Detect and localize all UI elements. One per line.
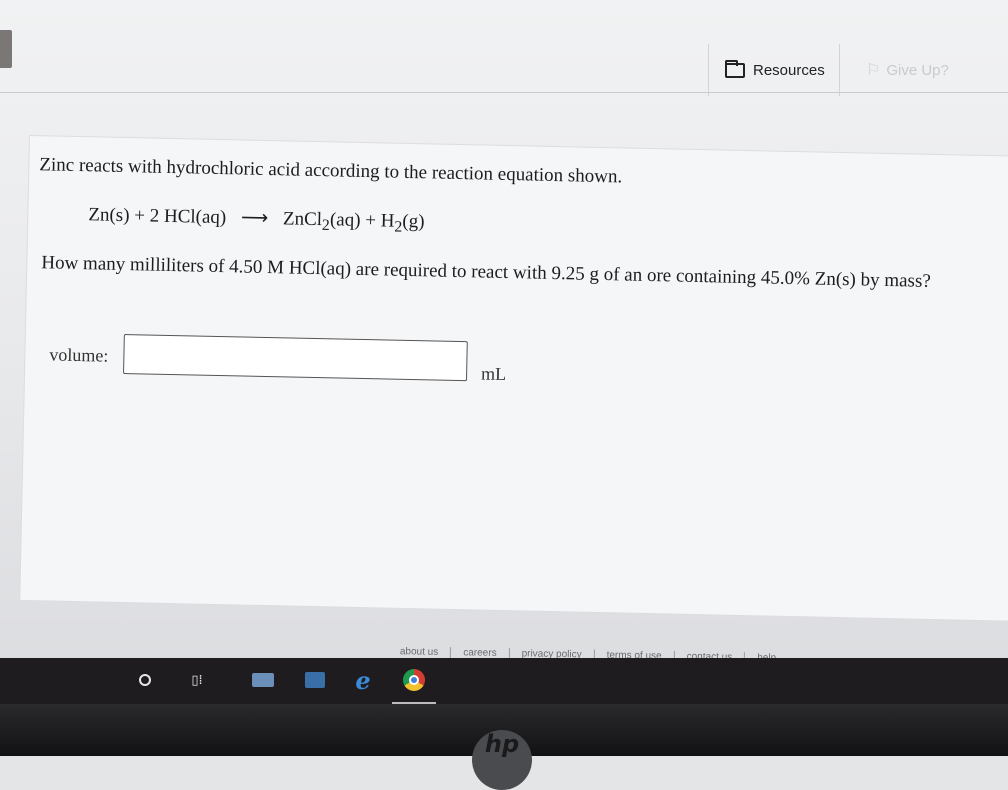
browser-viewport: Resources ⚐ Give Up? Zinc reacts with hy… — [0, 0, 1008, 660]
mail-glyph-icon — [252, 673, 274, 687]
product-zncl2: ZnCl2(aq) — [282, 208, 361, 235]
chrome-glyph-icon — [403, 669, 425, 691]
answer-label: volume: — [49, 344, 109, 366]
reaction-equation: Zn(s) + 2 HCl(aq) ⟶ ZnCl2(aq) + H2(g) — [88, 203, 425, 237]
reactant-zinc: Zn(s) — [88, 204, 130, 227]
plus-sign: + — [365, 210, 377, 232]
mail-icon[interactable] — [250, 668, 276, 692]
search-circle-icon — [139, 674, 151, 686]
flag-icon: ⚐ — [866, 62, 881, 79]
reactant-hcl: 2 HCl(aq) — [149, 205, 227, 229]
task-view-icon[interactable]: ▯⁞ — [184, 668, 210, 692]
hp-logo: hp — [472, 730, 532, 790]
footer-link-about[interactable]: about us — [387, 646, 452, 659]
edge-glyph-icon: e — [355, 665, 371, 695]
store-icon[interactable] — [302, 668, 328, 692]
edge-icon[interactable]: e — [350, 665, 376, 695]
give-up-button[interactable]: ⚐ Give Up? — [846, 44, 986, 96]
folder-icon — [725, 59, 745, 78]
question-card: Zinc reacts with hydrochloric acid accor… — [20, 136, 1008, 621]
question-text: How many milliliters of 4.50 M HCl(aq) a… — [41, 252, 931, 292]
store-glyph-icon — [305, 672, 325, 688]
answer-unit: mL — [480, 363, 507, 385]
give-up-label: Give Up? — [886, 61, 949, 79]
search-icon[interactable] — [132, 668, 158, 692]
windows-taskbar: ▯⁞ e — [0, 658, 1008, 704]
product-h2: H2(g) — [380, 210, 425, 236]
reaction-arrow: ⟶ — [240, 207, 269, 230]
resources-button[interactable]: Resources — [708, 44, 840, 96]
volume-input[interactable] — [123, 334, 468, 382]
resources-label: Resources — [753, 61, 825, 79]
chrome-icon[interactable] — [401, 668, 427, 692]
question-prompt: Zinc reacts with hydrochloric acid accor… — [39, 154, 623, 188]
plus-sign: + — [134, 205, 146, 227]
